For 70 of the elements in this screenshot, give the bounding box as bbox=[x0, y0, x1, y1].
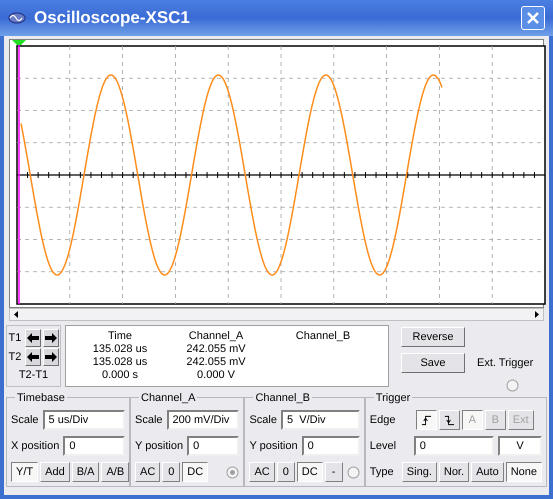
right-arrow-icon bbox=[44, 352, 56, 362]
field-label: Y position bbox=[135, 438, 184, 454]
field-label: Y position bbox=[249, 438, 298, 454]
position-field[interactable]: 0 bbox=[187, 436, 240, 456]
terminal-icon bbox=[346, 466, 360, 478]
type-button[interactable]: Sing. bbox=[402, 462, 437, 482]
coupling-button[interactable]: - bbox=[324, 462, 343, 482]
coupling-button[interactable]: DC bbox=[182, 462, 208, 482]
field-label: Scale bbox=[11, 412, 39, 428]
left-arrow-icon bbox=[26, 332, 38, 343]
cursor-label: T2 bbox=[8, 350, 22, 364]
readout-cell-text: 135.028 us bbox=[92, 343, 148, 356]
field-label: Type bbox=[370, 464, 395, 480]
readout-cell-text: 0.000 s bbox=[100, 369, 140, 382]
mode-button[interactable]: Y/T bbox=[11, 462, 38, 482]
cursor-label: T1 bbox=[8, 330, 22, 346]
right-arrow-icon bbox=[44, 332, 56, 343]
scale-field[interactable]: 5 V/Div bbox=[281, 410, 360, 430]
left-arrow-button[interactable] bbox=[24, 328, 40, 347]
position-field[interactable]: 0 bbox=[63, 436, 125, 456]
coupling-button[interactable]: DC bbox=[296, 462, 323, 482]
column-header: Channel_B bbox=[294, 330, 352, 343]
field-label: Scale bbox=[135, 412, 163, 428]
mode-button[interactable]: B/A bbox=[72, 462, 100, 482]
readout-cell-text: 242.055 mV bbox=[185, 343, 247, 356]
mode-button[interactable]: A/B bbox=[101, 462, 130, 482]
coupling-button[interactable]: AC bbox=[135, 462, 160, 482]
coupling-button[interactable]: AC bbox=[249, 462, 275, 482]
cursor-label: T2-T1 bbox=[18, 368, 48, 383]
readout-cell-text: 135.028 us bbox=[92, 356, 148, 369]
level-field[interactable]: 0 bbox=[414, 436, 494, 456]
unit-field[interactable]: V bbox=[498, 436, 542, 456]
left-arrow-icon bbox=[26, 352, 38, 362]
group-title: Channel_B bbox=[253, 390, 312, 406]
terminal-icon bbox=[506, 379, 520, 392]
scale-field[interactable]: 200 mV/Div bbox=[166, 410, 240, 430]
scale-field[interactable]: 5 us/Div bbox=[42, 410, 125, 430]
terminal-icon bbox=[226, 466, 240, 478]
field-label: Level bbox=[370, 438, 398, 454]
column-header: Time bbox=[106, 330, 134, 343]
horizontal-scrollbar[interactable] bbox=[9, 308, 544, 321]
readout-cell-text: 242.055 mV bbox=[185, 356, 247, 369]
close-icon bbox=[527, 12, 539, 24]
right-arrow-button[interactable] bbox=[42, 328, 58, 347]
falling-edge-icon bbox=[444, 414, 455, 426]
oscilloscope-icon bbox=[8, 11, 26, 25]
group-title: Trigger bbox=[374, 390, 412, 406]
type-button[interactable]: None bbox=[506, 462, 542, 482]
column-header: Channel_A bbox=[188, 330, 244, 343]
type-button[interactable]: Nor. bbox=[438, 462, 470, 482]
window-title: Oscilloscope-XSC1 bbox=[34, 7, 191, 30]
action-button[interactable]: Reverse bbox=[401, 327, 465, 347]
position-field[interactable]: 0 bbox=[302, 436, 360, 456]
coupling-button[interactable]: 0 bbox=[276, 462, 295, 482]
group-title: Channel_A bbox=[139, 390, 198, 406]
trigger-marker-icon bbox=[12, 40, 26, 47]
right-arrow-button[interactable] bbox=[42, 348, 58, 366]
edge-button[interactable] bbox=[416, 410, 437, 430]
coupling-button[interactable]: 0 bbox=[162, 462, 180, 482]
close-button[interactable] bbox=[521, 6, 545, 30]
type-button[interactable]: Auto bbox=[471, 462, 504, 482]
field-label: X position bbox=[11, 438, 60, 454]
readout-cell-text: 0.000 V bbox=[196, 369, 236, 382]
field-label: Edge bbox=[370, 412, 396, 428]
mode-button[interactable]: Add bbox=[40, 462, 70, 482]
field-label: Scale bbox=[249, 412, 277, 428]
rising-edge-icon bbox=[420, 414, 432, 426]
ext-trigger-label: Ext. Trigger bbox=[477, 356, 534, 371]
left-arrow-button[interactable] bbox=[24, 348, 40, 366]
action-button[interactable]: Save bbox=[401, 353, 465, 373]
